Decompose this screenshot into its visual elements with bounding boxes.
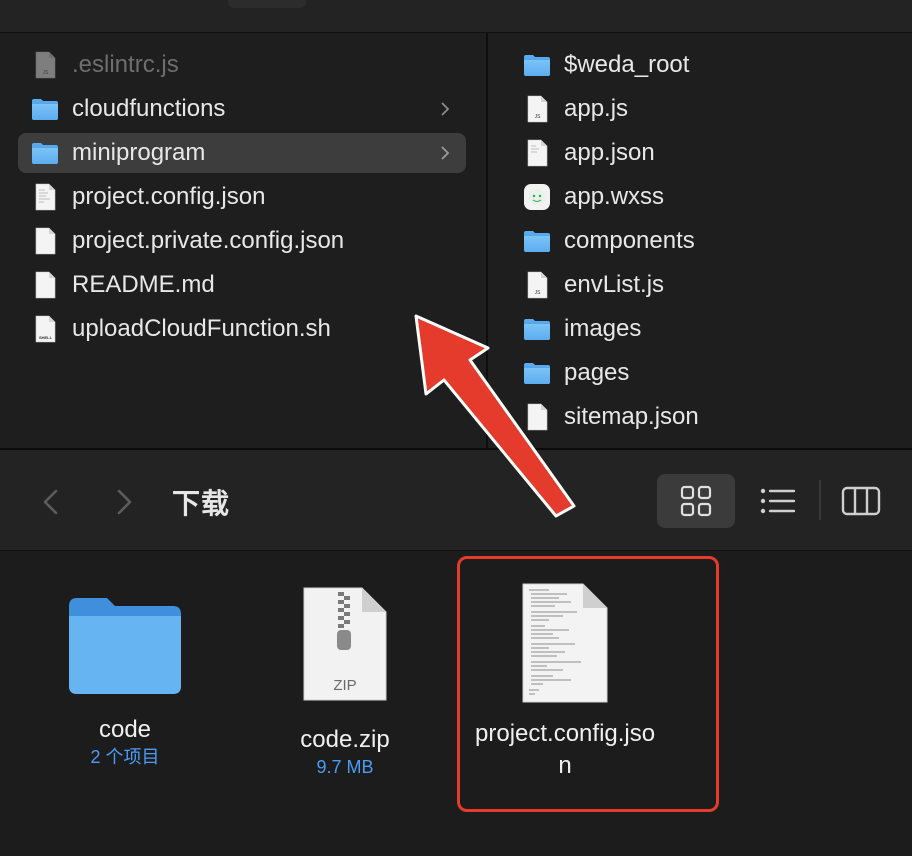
- folder-icon: [30, 138, 60, 168]
- file-name: uploadCloudFunction.sh: [72, 315, 331, 342]
- file-name: project.config.json: [72, 183, 266, 210]
- document-icon: [522, 402, 552, 432]
- js-badge: JS: [535, 114, 542, 120]
- column-view-button[interactable]: [822, 474, 900, 528]
- right-column-list: $weda_root JS app.js app.json app.wxss c…: [488, 33, 912, 448]
- js-file-icon: JS: [522, 94, 552, 124]
- folder-icon: [522, 226, 552, 256]
- folder-item-miniprogram[interactable]: miniprogram: [18, 133, 466, 173]
- file-item-project-config[interactable]: project.config.json: [18, 177, 466, 217]
- chevron-right-icon: [441, 102, 450, 116]
- shell-badge: SHELL: [39, 335, 53, 340]
- file-item-app-js[interactable]: JS app.js: [510, 89, 910, 129]
- highlight-box: [457, 556, 719, 812]
- folder-item-pages[interactable]: pages: [510, 353, 910, 393]
- js-badge: JS: [43, 70, 50, 76]
- item-name: code: [98, 716, 152, 743]
- file-item-app-wxss[interactable]: app.wxss: [510, 177, 910, 217]
- file-item-envlist[interactable]: JS envList.js: [510, 265, 910, 305]
- item-name: code.zip: [300, 726, 390, 753]
- file-item-eslintrc[interactable]: JS .eslintrc.js: [18, 45, 466, 85]
- folder-name: pages: [564, 359, 630, 386]
- zip-file-icon: ZIP: [303, 587, 387, 701]
- folder-item-cloudfunctions[interactable]: cloudfunctions: [18, 89, 466, 129]
- folder-icon: [69, 598, 181, 694]
- wxss-file-icon: [524, 184, 550, 210]
- list-view-icon: [760, 488, 796, 514]
- folder-item-weda-root[interactable]: $weda_root: [510, 45, 910, 85]
- file-name: app.js: [564, 95, 629, 122]
- file-item-project-private-config[interactable]: project.private.config.json: [18, 221, 466, 261]
- icon-item-code-folder[interactable]: code 2 个项目: [35, 586, 215, 768]
- file-name: README.md: [72, 271, 215, 298]
- folder-icon: [522, 314, 552, 344]
- js-file-icon: JS: [30, 50, 60, 80]
- json-file-icon: [522, 138, 552, 168]
- document-icon: [30, 226, 60, 256]
- list-view-button[interactable]: [739, 474, 817, 528]
- chevron-right-icon: [441, 146, 450, 160]
- shell-file-icon: SHELL: [30, 314, 60, 344]
- file-name: envList.js: [564, 271, 665, 298]
- toolbar: 下载: [0, 450, 912, 551]
- file-name: app.json: [564, 139, 655, 166]
- file-name: sitemap.json: [564, 403, 699, 430]
- js-badge: JS: [535, 290, 542, 296]
- folder-name: $weda_root: [564, 51, 690, 78]
- left-column-list: JS .eslintrc.js cloudfunctions miniprogr…: [0, 33, 486, 448]
- window-title: 下载: [172, 488, 231, 519]
- chevron-right-icon[interactable]: [104, 482, 144, 522]
- icon-item-code-zip[interactable]: ZIP code.zip 9.7 MB: [255, 586, 435, 778]
- folder-name: components: [564, 227, 695, 254]
- top-finder-window: JS .eslintrc.js cloudfunctions miniprogr…: [0, 0, 912, 448]
- file-item-upload-cloud-function[interactable]: SHELL uploadCloudFunction.sh: [18, 309, 466, 349]
- folder-item-images[interactable]: images: [510, 309, 910, 349]
- file-item-app-json[interactable]: app.json: [510, 133, 910, 173]
- chevron-left-icon[interactable]: [32, 482, 72, 522]
- folder-name: cloudfunctions: [72, 95, 226, 122]
- folder-icon: [522, 50, 552, 80]
- toolbar-separator: [819, 480, 821, 520]
- folder-icon: [30, 94, 60, 124]
- folder-icon: [522, 358, 552, 388]
- file-item-readme[interactable]: README.md: [18, 265, 466, 305]
- folder-name: images: [564, 315, 642, 342]
- file-name: app.wxss: [564, 183, 665, 210]
- json-file-icon: [30, 182, 60, 212]
- grid-view-button[interactable]: [657, 474, 735, 528]
- file-item-sitemap[interactable]: sitemap.json: [510, 397, 910, 437]
- column-view-icon: [841, 486, 881, 516]
- js-file-icon: JS: [522, 270, 552, 300]
- folder-name: miniprogram: [72, 139, 206, 166]
- file-name: .eslintrc.js: [72, 51, 179, 78]
- window-title-strip: [0, 0, 912, 33]
- item-meta: 9.7 MB: [316, 757, 374, 777]
- grid-view-icon: [680, 485, 712, 517]
- folder-item-components[interactable]: components: [510, 221, 910, 261]
- item-meta: 2 个项目: [90, 747, 160, 767]
- file-name: project.private.config.json: [72, 227, 345, 254]
- zip-label: ZIP: [333, 677, 356, 694]
- document-icon: [30, 270, 60, 300]
